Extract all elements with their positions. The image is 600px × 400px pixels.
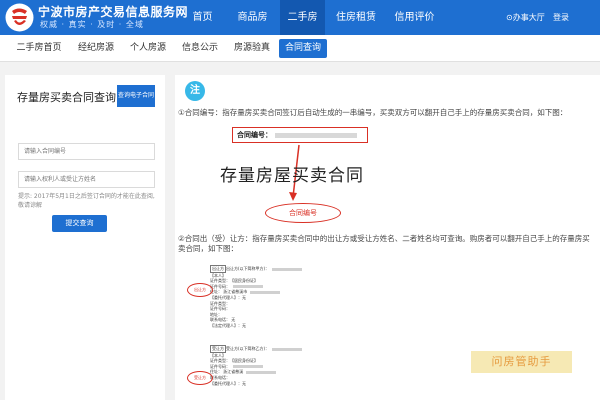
note-badge: 注 bbox=[185, 81, 205, 101]
nav-second-hand[interactable]: 二手房 bbox=[280, 0, 325, 35]
login-link[interactable]: 登录 bbox=[553, 0, 569, 35]
doc-line: 受让方 受让方(以下简称乙方)： bbox=[210, 345, 375, 353]
subnav-listing-verify[interactable]: 房源验真 bbox=[228, 39, 276, 58]
doc-line: 【委托代理人】：无 bbox=[210, 380, 246, 386]
nav-credit[interactable]: 信用评价 bbox=[387, 0, 442, 35]
subnav-info-notice[interactable]: 信息公示 bbox=[176, 39, 224, 58]
blurred-number bbox=[275, 132, 357, 138]
nav-home[interactable]: 首页 bbox=[180, 0, 225, 35]
doc-line: 【法定代理人】：无 bbox=[210, 322, 246, 328]
nav-new-homes[interactable]: 商品房 bbox=[225, 0, 280, 35]
contract-number-label: 合同编号： bbox=[237, 131, 272, 139]
submit-query-button[interactable]: 提交查询 bbox=[52, 215, 107, 232]
e-contract-query-button[interactable]: 查询电子合同 bbox=[117, 85, 155, 107]
query-panel: 存量房买卖合同查询 查询电子合同 提示: 2017年5月1日之后签订合同的才能在… bbox=[5, 75, 165, 400]
subnav-contract-query[interactable]: 合同查询 bbox=[279, 39, 327, 58]
watermark-logo: 问房管助手 bbox=[471, 351, 572, 373]
contract-sample-image: 出让方 出让方(以下简称甲方)： 【本人】 证件类型：【居民身份证】 证件号码： … bbox=[183, 263, 403, 400]
office-link[interactable]: ⊙办事大厅 bbox=[506, 0, 545, 35]
office-icon: ⊙ bbox=[506, 13, 513, 22]
top-header: 宁波市房产交易信息服务网 权威 · 真实 · 及时 · 全域 首页 商品房 二手… bbox=[0, 0, 600, 35]
subnav-agent-listings[interactable]: 经纪房源 bbox=[72, 39, 120, 58]
buyer-callout: 受让方 bbox=[187, 371, 213, 385]
site-logo-icon[interactable] bbox=[4, 2, 35, 33]
subnav-second-hand-home[interactable]: 二手房首页 bbox=[10, 39, 68, 58]
contract-number-input[interactable] bbox=[18, 143, 155, 160]
contract-number-box: 合同编号： bbox=[232, 127, 368, 143]
site-slogan: 权威 · 真实 · 及时 · 全域 bbox=[40, 20, 144, 29]
seller-callout: 出让方 bbox=[187, 283, 213, 297]
office-label: 办事大厅 bbox=[512, 13, 545, 22]
nav-rental[interactable]: 住房租赁 bbox=[325, 0, 387, 35]
step2-text: ②合同出（受）让方：指存量房买卖合同中的出让方或受让方姓名、二者姓名均可查询。购… bbox=[178, 234, 590, 253]
buyer-section: 受让方 受让方(以下简称乙方)： 【本人】 证件类型：【居民身份证】 证件号码： … bbox=[210, 345, 375, 386]
subnav-personal-listings[interactable]: 个人房源 bbox=[124, 39, 172, 58]
sub-nav: 二手房首页 经纪房源 个人房源 信息公示 房源验真 合同查询 bbox=[0, 35, 600, 62]
query-panel-title: 存量房买卖合同查询 bbox=[17, 91, 116, 104]
main-nav: 首页 商品房 二手房 住房租赁 信用评价 bbox=[180, 0, 442, 35]
site-title: 宁波市房产交易信息服务网 bbox=[38, 5, 189, 19]
document-title: 存量房屋买卖合同 bbox=[220, 166, 364, 186]
instruction-content: 注 ①合同编号：指存量房买卖合同签订后自动生成的一串编号，买卖双方可以翻开自己手… bbox=[175, 75, 600, 400]
party-name-input[interactable] bbox=[18, 171, 155, 188]
contract-number-callout: 合同编号 bbox=[265, 203, 341, 223]
seller-section: 出让方 出让方(以下简称甲方)： 【本人】 证件类型：【居民身份证】 证件号码： … bbox=[210, 265, 375, 329]
step1-text: ①合同编号：指存量房买卖合同签订后自动生成的一串编号，买卖双方可以翻开自己手上的… bbox=[178, 108, 568, 117]
query-hint: 提示: 2017年5月1日之后签订合同的才能在此查阅,敬请谅解 bbox=[18, 193, 155, 209]
doc-line: 出让方 出让方(以下简称甲方)： bbox=[210, 265, 375, 273]
